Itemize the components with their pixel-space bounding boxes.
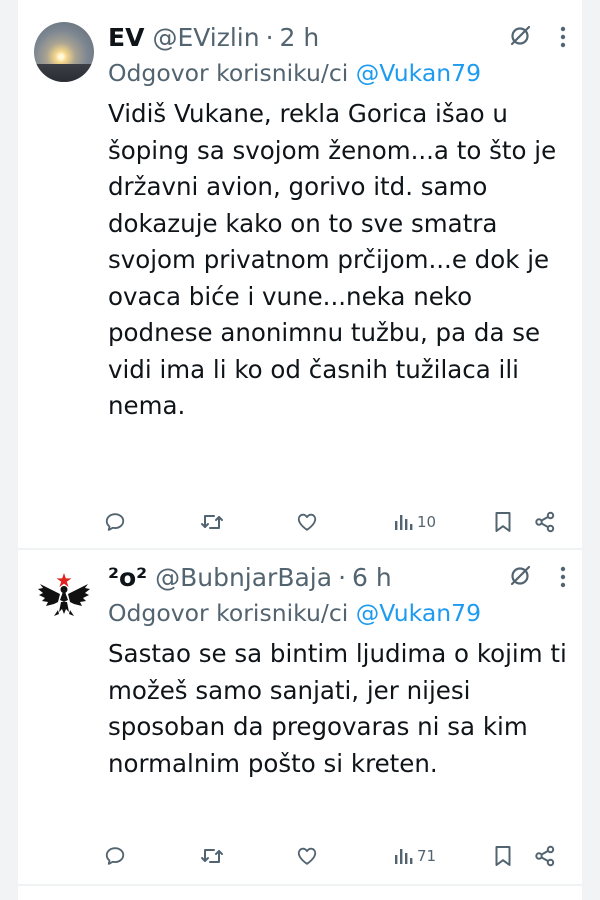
- action-bar: 10: [104, 502, 572, 542]
- timestamp[interactable]: 6 h: [352, 563, 392, 592]
- tweet[interactable]: ²o² @BubnjarBaja · 6 h Odgovor korisniku…: [18, 552, 582, 886]
- reply-mention-link[interactable]: @Vukan79: [356, 59, 481, 87]
- reply-context: Odgovor korisniku/ci @Vukan79: [108, 594, 568, 632]
- user-handle[interactable]: @BubnjarBaja: [155, 563, 332, 592]
- grok-icon[interactable]: [508, 24, 532, 54]
- views-icon: [395, 849, 413, 864]
- like-icon[interactable]: [296, 511, 318, 533]
- separator-dot: ·: [265, 22, 274, 52]
- retweet-icon[interactable]: [200, 845, 224, 867]
- more-icon[interactable]: [558, 564, 568, 596]
- display-name[interactable]: ²o²: [108, 563, 147, 592]
- views-button[interactable]: 10: [394, 512, 436, 532]
- bookmark-icon[interactable]: [494, 845, 512, 867]
- reply-context: Odgovor korisniku/ci @Vukan79: [108, 54, 568, 92]
- user-handle[interactable]: @EVizlin: [152, 23, 259, 52]
- views-count: 71: [417, 847, 437, 865]
- tweet-content: EV @EVizlin · 2 h Odgovor korisniku/ci @…: [108, 18, 568, 425]
- tweet-header: ²o² @BubnjarBaja · 6 h: [108, 558, 568, 596]
- more-icon[interactable]: [558, 24, 568, 56]
- divider: [18, 548, 582, 550]
- reply-prefix: Odgovor korisniku/ci: [108, 59, 349, 87]
- share-icon[interactable]: [534, 511, 556, 533]
- timestamp[interactable]: 2 h: [280, 23, 320, 52]
- views-count: 10: [417, 513, 437, 531]
- reply-prefix: Odgovor korisniku/ci: [108, 599, 349, 627]
- reply-icon[interactable]: [104, 845, 126, 867]
- avatar[interactable]: [34, 22, 94, 82]
- views-icon: [395, 515, 413, 530]
- views-button[interactable]: 71: [394, 846, 436, 866]
- tweet-content: ²o² @BubnjarBaja · 6 h Odgovor korisniku…: [108, 558, 568, 782]
- separator-dot: ·: [338, 562, 347, 592]
- tweet-text: Sastao se sa bintim ljudima o kojim ti m…: [108, 639, 567, 778]
- grok-icon[interactable]: [508, 564, 532, 594]
- tweet-text: Vidiš Vukane, rekla Gorica išao u šoping…: [108, 99, 557, 420]
- reply-mention-link[interactable]: @Vukan79: [356, 599, 481, 627]
- divider: [18, 884, 582, 886]
- display-name[interactable]: EV: [108, 23, 144, 52]
- bookmark-icon[interactable]: [494, 511, 512, 533]
- like-icon[interactable]: [296, 845, 318, 867]
- action-bar: 71: [104, 836, 572, 876]
- tweet[interactable]: EV @EVizlin · 2 h Odgovor korisniku/ci @…: [18, 0, 582, 548]
- reply-icon[interactable]: [104, 511, 126, 533]
- tweet-header: EV @EVizlin · 2 h: [108, 18, 568, 56]
- timeline: EV @EVizlin · 2 h Odgovor korisniku/ci @…: [18, 0, 582, 900]
- share-icon[interactable]: [534, 845, 556, 867]
- avatar[interactable]: [34, 566, 94, 626]
- retweet-icon[interactable]: [200, 511, 224, 533]
